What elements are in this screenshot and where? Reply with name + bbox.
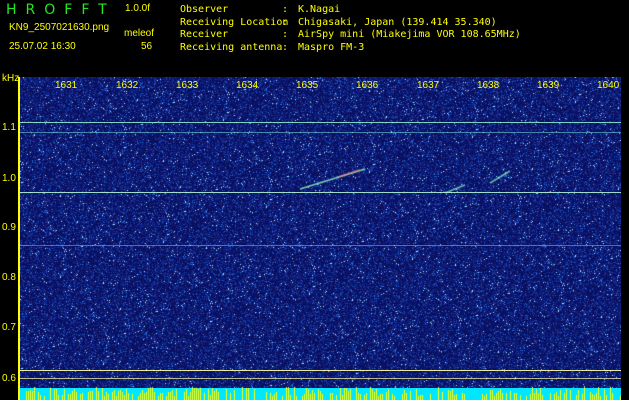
signal-line (20, 370, 621, 371)
filename-label: KN9_2507021630.png (9, 22, 110, 33)
y-axis-line (18, 77, 20, 400)
x-tick-label: 1633 (176, 80, 199, 91)
receiver-row: Receiver : AirSpy mini (Miakejima VOR 10… (180, 29, 521, 42)
signal-line (20, 122, 621, 123)
y-tick-label: 0.7 (2, 322, 16, 333)
signal-line (20, 245, 621, 246)
antenna-value: Maspro FM-3 (298, 41, 365, 53)
separator: : (282, 4, 289, 15)
y-tick-label: 1.0 (2, 173, 16, 184)
separator: : (282, 29, 289, 40)
y-tick-label: 1.1 (2, 122, 16, 133)
version-label: 1.0.0f (125, 3, 151, 14)
x-tick-label: 1640 (597, 80, 620, 91)
spectrogram-canvas (20, 77, 621, 400)
datetime-label: 25.07.02 16:30 (9, 41, 76, 52)
y-tick-label: 0.8 (2, 272, 16, 283)
separator: : (282, 16, 289, 28)
location-key: Receiving Location (180, 16, 289, 28)
signal-line (20, 192, 621, 193)
bottom-level-ticks (20, 386, 621, 400)
y-tick-label: 0.9 (2, 222, 16, 233)
receiver-value: AirSpy mini (Miakejima VOR 108.65MHz) (298, 29, 521, 40)
spectrogram (20, 77, 621, 400)
signal-line (20, 132, 621, 133)
x-tick-label: 1634 (236, 80, 259, 91)
antenna-row: Receiving antenna : Maspro FM-3 (180, 42, 521, 55)
y-tick-label: 0.6 (2, 373, 16, 384)
receiver-key: Receiver (180, 29, 229, 40)
station-info: Observer : K.Nagai Receiving Location : … (180, 4, 521, 54)
signal-line (20, 378, 621, 379)
x-tick-label: 1638 (477, 80, 500, 91)
x-tick-label: 1635 (296, 80, 319, 91)
separator: : (282, 41, 289, 53)
y-axis-unit: kHz (2, 73, 20, 84)
antenna-key: Receiving antenna (180, 41, 283, 53)
x-tick-label: 1632 (116, 80, 139, 91)
count-label: 56 (141, 41, 153, 52)
observer-row: Observer : K.Nagai (180, 4, 521, 17)
x-tick-label: 1631 (55, 80, 78, 91)
observer-value: K.Nagai (298, 4, 341, 15)
method-label: meleof (124, 28, 155, 39)
observer-key: Observer (180, 4, 229, 15)
x-tick-label: 1637 (417, 80, 440, 91)
location-value: Chigasaki, Japan (139.414 35.340) (298, 16, 497, 28)
app-logo: HROFFT (6, 2, 116, 18)
location-row: Receiving Location : Chigasaki, Japan (1… (180, 17, 521, 30)
x-tick-label: 1636 (356, 80, 379, 91)
x-tick-label: 1639 (537, 80, 560, 91)
header-panel: HROFFT 1.0.0f KN9_2507021630.png meleof … (0, 0, 629, 78)
